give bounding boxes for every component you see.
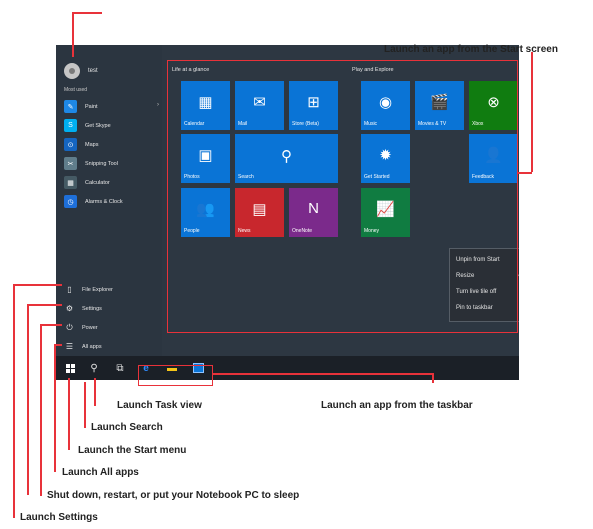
most-used-item[interactable]: ▦ Calculator: [64, 173, 159, 192]
callout-search: Launch Search: [91, 422, 163, 433]
task-view-icon: ⧉: [116, 362, 124, 374]
system-item[interactable]: ⏻ Power: [64, 318, 160, 337]
most-used-item[interactable]: ⊙ Maps: [64, 135, 159, 154]
taskbar: ⚲ ⧉ e ▬: [56, 356, 519, 380]
callout-line: [40, 324, 62, 326]
calculator-icon: ▦: [64, 176, 77, 189]
callout-line: [54, 344, 56, 472]
callout-launch-from-start: Launch an app from the Start screen: [384, 44, 558, 55]
callout-line: [13, 284, 62, 286]
user-avatar-icon: [64, 63, 80, 79]
callout-line: [72, 12, 102, 14]
most-used-label: Maps: [85, 141, 99, 148]
system-item-label: All apps: [82, 343, 102, 350]
skype-icon: S: [64, 119, 77, 132]
most-used-item[interactable]: ✂ Snipping Tool: [64, 154, 159, 173]
system-item-label: Power: [82, 324, 98, 331]
most-used-item[interactable]: ◷ Alarms & Clock: [64, 192, 159, 211]
most-used-heading: Most used: [64, 87, 88, 93]
system-item-label: Settings: [82, 305, 102, 312]
alarm-clock-icon: ◷: [64, 195, 77, 208]
start-button[interactable]: [62, 360, 78, 376]
maps-icon: ⊙: [64, 138, 77, 151]
most-used-item[interactable]: S Get Skype: [64, 116, 159, 135]
settings-gear-icon: ⚙: [65, 304, 74, 313]
system-list: ▯ File Explorer ⚙ Settings ⏻ Power ☰ All apps: [64, 280, 160, 356]
file-explorer-icon: ▯: [67, 285, 72, 294]
most-used-label: Alarms & Clock: [85, 198, 123, 205]
callout-line: [84, 382, 86, 428]
callout-line: [531, 52, 533, 172]
most-used-list: ✎ Paint › S Get Skype ⊙ Maps ✂ Snipping Tool ▦ Cal…: [64, 97, 159, 211]
most-used-label: Calculator: [85, 179, 110, 186]
most-used-item[interactable]: ✎ Paint ›: [64, 97, 159, 116]
user-account[interactable]: test: [64, 63, 98, 79]
chevron-right-icon[interactable]: ›: [157, 102, 159, 108]
task-view-button[interactable]: ⧉: [112, 360, 128, 376]
callout-line: [432, 373, 434, 383]
callout-line: [213, 373, 433, 375]
system-item-label: File Explorer: [82, 286, 113, 293]
callout-task-view: Launch Task view: [117, 400, 202, 411]
callout-settings: Launch Settings: [20, 512, 98, 523]
tiles-highlight-box: [167, 60, 518, 333]
callout-all-apps: Launch All apps: [62, 467, 139, 478]
user-name: test: [88, 68, 98, 74]
callout-taskbar-app: Launch an app from the taskbar: [321, 400, 473, 411]
callout-line: [13, 284, 15, 518]
callout-line: [72, 12, 74, 57]
callout-line: [40, 324, 42, 496]
start-menu-left-pane: test Most used ✎ Paint › S Get Skype ⊙ Maps ✂ Sn…: [56, 45, 162, 356]
search-button[interactable]: ⚲: [86, 360, 102, 376]
taskbar-apps-highlight-box: [138, 365, 213, 386]
system-item[interactable]: ⚙ Settings: [64, 299, 160, 318]
callout-line: [94, 378, 96, 406]
search-icon: ⚲: [90, 362, 98, 374]
callout-shutdown: Shut down, restart, or put your Notebook…: [47, 490, 300, 501]
all-apps-icon: ☰: [65, 342, 74, 351]
system-item[interactable]: ☰ All apps: [64, 337, 160, 356]
windows-logo-icon: [65, 363, 75, 373]
callout-start-menu: Launch the Start menu: [78, 445, 187, 456]
callout-line: [68, 378, 70, 450]
power-icon: ⏻: [66, 322, 73, 332]
callout-line: [27, 304, 29, 495]
most-used-label: Paint: [85, 103, 98, 110]
most-used-label: Snipping Tool: [85, 160, 118, 167]
most-used-label: Get Skype: [85, 122, 111, 129]
callout-line: [27, 304, 62, 306]
snipping-tool-icon: ✂: [64, 157, 77, 170]
paint-icon: ✎: [64, 100, 77, 113]
callout-line: [518, 172, 532, 174]
system-item[interactable]: ▯ File Explorer: [64, 280, 160, 299]
